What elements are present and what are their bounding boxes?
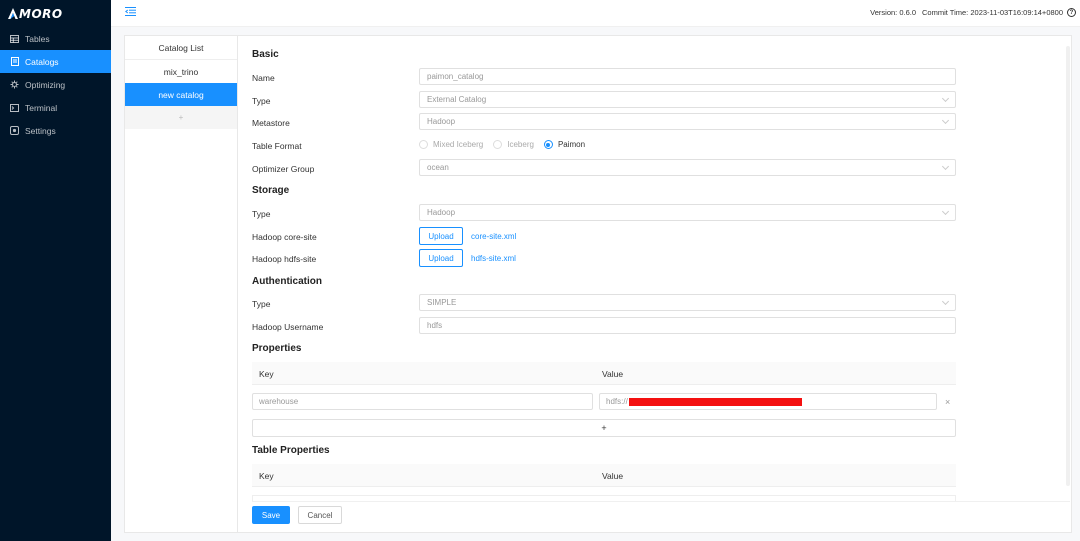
properties-table-header: Key Value	[252, 362, 956, 385]
radio-label: Iceberg	[507, 140, 534, 149]
name-label: Name	[252, 73, 275, 83]
sidebar-item-catalogs[interactable]: Catalogs	[0, 50, 111, 73]
section-title-properties: Properties	[252, 343, 302, 354]
catalog-item-mix-trino[interactable]: mix_trino	[125, 60, 237, 83]
key-column-header: Key	[259, 471, 274, 481]
catalog-icon	[10, 57, 19, 66]
property-value-input[interactable]: hdfs://	[599, 393, 937, 410]
settings-icon	[10, 126, 19, 135]
table-format-label: Table Format	[252, 141, 302, 151]
hadoop-username-input[interactable]: hdfs	[419, 317, 956, 334]
core-site-label: Hadoop core-site	[252, 232, 317, 242]
sidebar-item-terminal[interactable]: Terminal	[0, 96, 111, 119]
optimizer-group-label: Optimizer Group	[252, 164, 315, 174]
sidebar-item-optimizing[interactable]: Optimizing	[0, 73, 111, 96]
catalog-form: Basic Name paimon_catalog Type External …	[252, 36, 1070, 532]
top-header: Version: 0.6.0 Commit Time: 2023-11-03T1…	[111, 0, 1080, 27]
sidebar-item-label: Catalogs	[25, 56, 59, 67]
auth-type-select[interactable]: SIMPLE	[419, 294, 956, 311]
radio-paimon[interactable]: Paimon	[543, 140, 586, 149]
sidebar-item-label: Terminal	[25, 102, 58, 113]
sidebar-item-label: Settings	[25, 125, 56, 136]
table-properties-header: Key Value	[252, 464, 956, 487]
radio-circle	[543, 140, 553, 149]
hdfs-site-upload-button[interactable]: Upload	[419, 249, 463, 267]
radio-label: Mixed Iceberg	[433, 140, 484, 149]
delete-row-icon[interactable]: ×	[945, 397, 950, 407]
logo-text: MORO	[19, 6, 63, 21]
section-title-storage: Storage	[252, 185, 290, 196]
catalog-list-title: Catalog List	[125, 36, 237, 60]
version-info: Version: 0.6.0 Commit Time: 2023-11-03T1…	[870, 8, 1076, 17]
version-label: Version: 0.6.0	[870, 8, 917, 17]
name-input[interactable]: paimon_catalog	[419, 68, 956, 85]
optimizer-group-select[interactable]: ocean	[419, 159, 956, 176]
sidebar-item-label: Tables	[25, 33, 50, 44]
sidebar-item-settings[interactable]: Settings	[0, 119, 111, 142]
catalog-item-new-catalog[interactable]: new catalog	[125, 83, 237, 106]
logo-mark-icon	[8, 8, 18, 19]
key-column-header: Key	[259, 369, 274, 379]
logo[interactable]: MORO	[0, 0, 111, 27]
optimizing-icon	[10, 80, 19, 89]
hadoop-username-label: Hadoop Username	[252, 322, 324, 332]
add-property-button[interactable]: +	[252, 419, 956, 437]
hdfs-site-label: Hadoop hdfs-site	[252, 254, 317, 264]
table-icon	[10, 34, 19, 43]
value-column-header: Value	[602, 471, 624, 481]
catalog-panel: Catalog List mix_trino new catalog + Bas…	[124, 35, 1072, 533]
type-label: Type	[252, 96, 271, 106]
main-content: Catalog List mix_trino new catalog + Bas…	[111, 27, 1080, 541]
form-scrollbar[interactable]	[1066, 46, 1070, 486]
core-site-upload-button[interactable]: Upload	[419, 227, 463, 245]
value-column-header: Value	[602, 369, 624, 379]
radio-circle	[419, 140, 428, 149]
redaction-bar	[628, 397, 802, 406]
sidebar: MORO Tables Catalogs Optimizing Terminal…	[0, 0, 111, 541]
help-icon[interactable]: ?	[1067, 8, 1076, 17]
property-key-input[interactable]: warehouse	[252, 393, 593, 410]
metastore-label: Metastore	[252, 118, 290, 128]
radio-mixed-iceberg[interactable]: Mixed Iceberg	[419, 140, 483, 149]
footer-divider	[252, 501, 1070, 502]
storage-type-label: Type	[252, 209, 271, 219]
radio-label: Paimon	[557, 140, 586, 149]
section-title-basic: Basic	[252, 49, 279, 60]
catalog-list: Catalog List mix_trino new catalog +	[125, 36, 238, 532]
table-format-radio-group: Mixed Iceberg Iceberg Paimon	[419, 140, 595, 149]
storage-type-select[interactable]: Hadoop	[419, 204, 956, 221]
auth-type-label: Type	[252, 299, 271, 309]
save-button[interactable]: Save	[252, 506, 290, 524]
radio-iceberg[interactable]: Iceberg	[493, 140, 534, 149]
core-site-file-link[interactable]: core-site.xml	[471, 232, 516, 241]
sidebar-item-tables[interactable]: Tables	[0, 27, 111, 50]
menu-collapse-icon[interactable]	[124, 7, 136, 18]
section-title-authentication: Authentication	[252, 276, 322, 287]
commit-time-label: Commit Time: 2023-11-03T16:09:14+0800	[922, 8, 1063, 17]
terminal-icon	[10, 103, 19, 112]
section-title-table-properties: Table Properties	[252, 445, 330, 456]
add-catalog-button[interactable]: +	[125, 106, 237, 129]
metastore-select[interactable]: Hadoop	[419, 113, 956, 130]
cancel-button[interactable]: Cancel	[298, 506, 342, 524]
hdfs-site-file-link[interactable]: hdfs-site.xml	[471, 254, 516, 263]
property-value-text: hdfs://	[606, 397, 628, 406]
type-select[interactable]: External Catalog	[419, 91, 956, 108]
sidebar-item-label: Optimizing	[25, 79, 66, 90]
radio-circle	[493, 140, 503, 149]
